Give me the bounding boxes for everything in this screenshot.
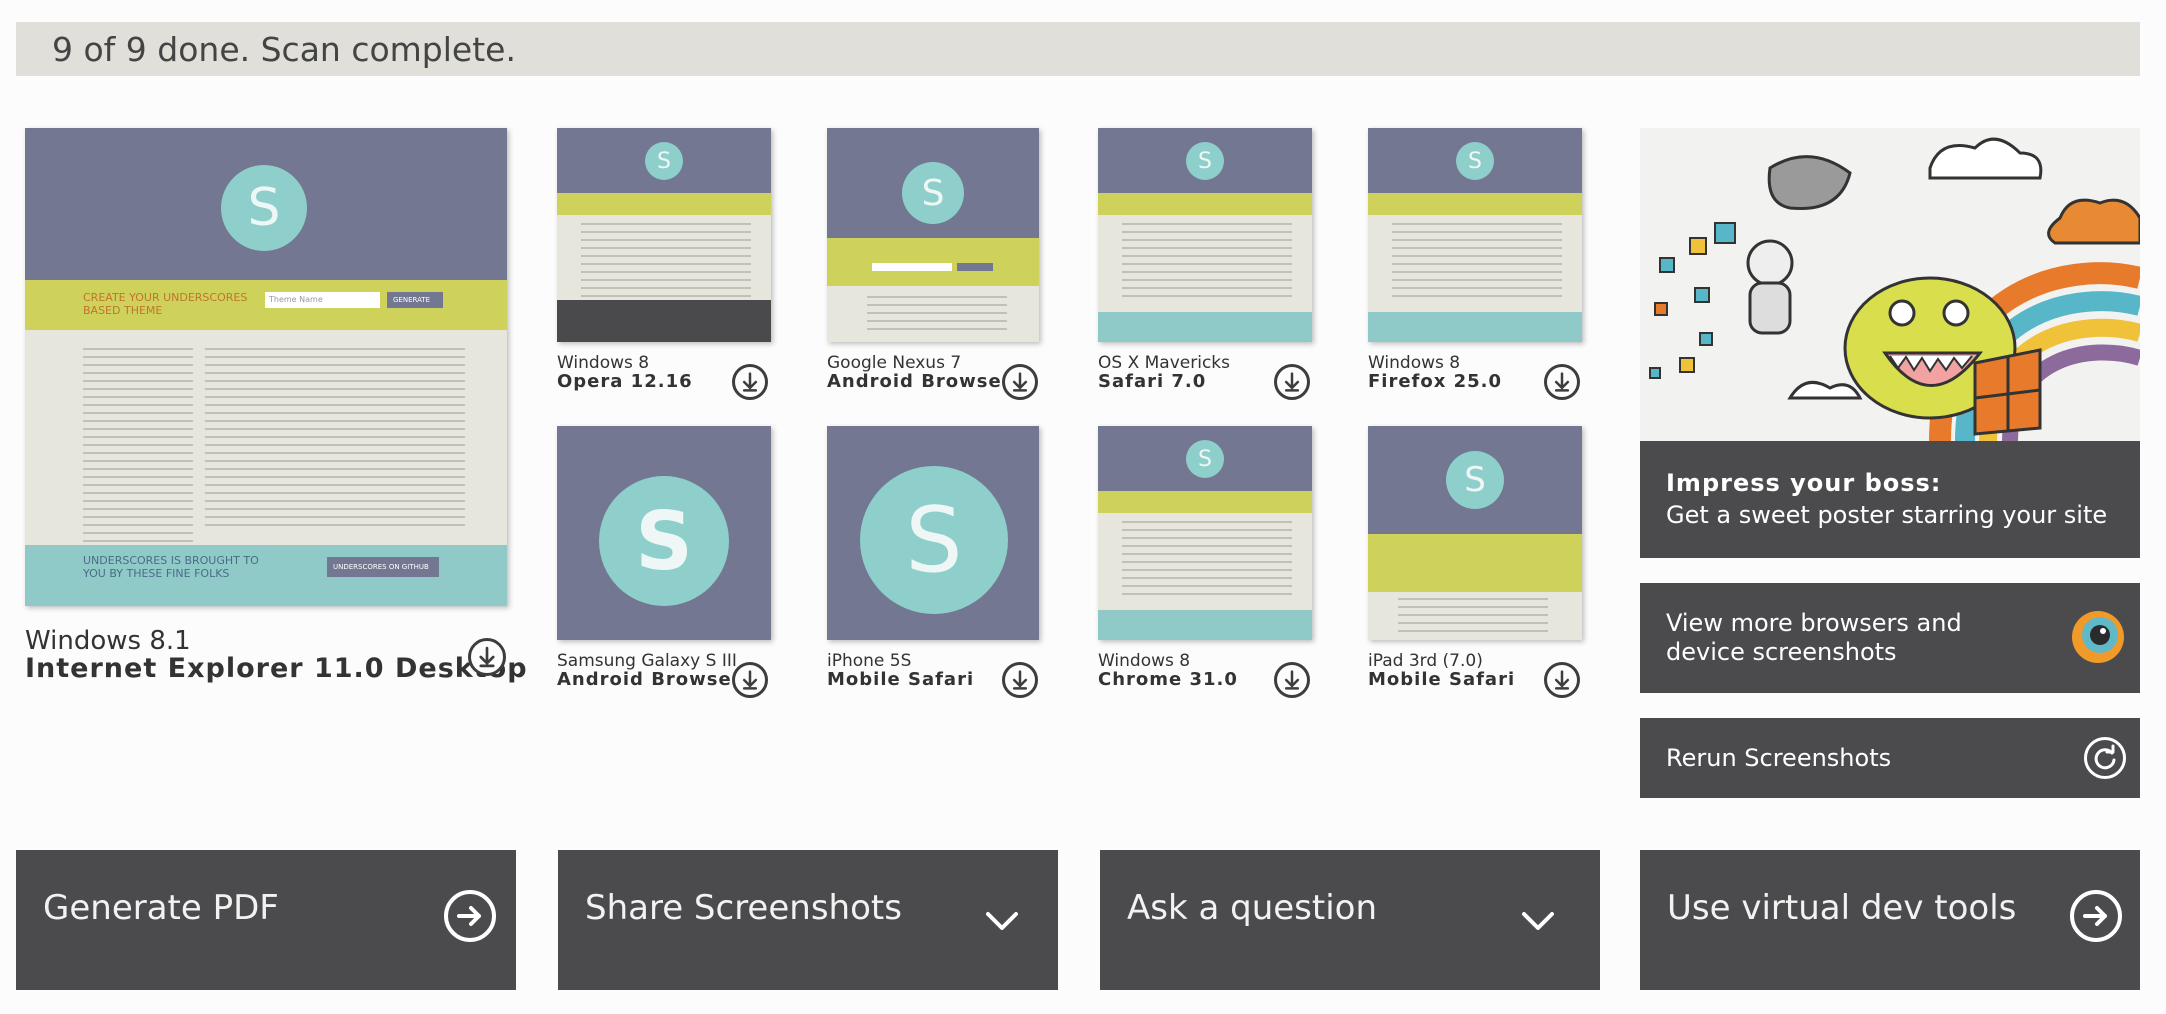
mock-headline: CREATE YOUR UNDERSCORES BASED THEME: [83, 291, 248, 318]
download-icon[interactable]: [468, 638, 506, 676]
eye-icon: [2070, 609, 2126, 665]
underscores-logo: S: [860, 466, 1008, 614]
screenshot-thumbnail-opera[interactable]: S: [557, 128, 771, 342]
underscores-logo: S: [221, 165, 307, 251]
screenshot-caption: Samsung Galaxy S III Android Browser: [557, 652, 742, 690]
caption-os: Windows 8.1: [25, 626, 191, 656]
download-icon[interactable]: [1544, 662, 1580, 698]
underscores-logo: S: [599, 476, 729, 606]
screenshot-thumbnail-chrome[interactable]: S: [1098, 426, 1312, 640]
screenshot-thumbnail-firefox[interactable]: S: [1368, 128, 1582, 342]
caption-browser: Chrome 31.0: [1098, 668, 1238, 690]
screenshot-caption: Windows 8 Opera 12.16: [557, 354, 693, 392]
mock-generate-button: GENERATE: [387, 292, 443, 308]
ask-question-button[interactable]: Ask a question: [1100, 850, 1600, 990]
virtual-dev-tools-label: Use virtual dev tools: [1667, 888, 2017, 928]
download-icon[interactable]: [1544, 364, 1580, 400]
screenshot-thumbnail-ipad[interactable]: S: [1368, 426, 1582, 640]
mock-footer-headline: UNDERSCORES IS BROUGHT TO YOU BY THESE F…: [83, 554, 259, 581]
scan-status-bar: 9 of 9 done. Scan complete.: [16, 22, 2140, 76]
caption-browser: Android Browser: [557, 668, 742, 690]
arrow-right-icon: [444, 890, 496, 942]
chevron-down-icon: [1516, 898, 1560, 942]
caption-browser: Opera 12.16: [557, 370, 693, 392]
caption-browser: Android Browser: [827, 370, 1012, 392]
generate-pdf-label: Generate PDF: [43, 888, 279, 928]
view-more-browsers-button[interactable]: View more browsers and device screenshot…: [1640, 583, 2140, 693]
screenshot-thumbnail-iphone[interactable]: S: [827, 426, 1039, 640]
poster-illustration: [1640, 128, 2140, 442]
caption-browser: Mobile Safari: [1368, 668, 1516, 690]
underscores-logo: S: [902, 162, 964, 224]
screenshot-thumbnail-ie11[interactable]: S CREATE YOUR UNDERSCORES BASED THEME Th…: [25, 128, 507, 606]
download-icon[interactable]: [732, 364, 768, 400]
mock-theme-input: Theme Name: [265, 292, 380, 308]
download-icon[interactable]: [1274, 662, 1310, 698]
refresh-icon: [2084, 737, 2126, 779]
scan-status-text: 9 of 9 done. Scan complete.: [52, 30, 516, 69]
ask-question-label: Ask a question: [1127, 888, 1378, 928]
chevron-down-icon: [980, 898, 1024, 942]
download-icon[interactable]: [732, 662, 768, 698]
promo-subtitle: Get a sweet poster starring your site: [1666, 501, 2108, 529]
promo-title: Impress your boss:: [1666, 469, 1942, 497]
poster-promo-card[interactable]: Impress your boss: Get a sweet poster st…: [1640, 128, 2140, 558]
screenshot-caption: OS X Mavericks Safari 7.0: [1098, 354, 1230, 392]
underscores-logo: S: [1186, 142, 1224, 180]
caption-browser: Firefox 25.0: [1368, 370, 1503, 392]
share-screenshots-button[interactable]: Share Screenshots: [558, 850, 1058, 990]
mock-footer-button: UNDERSCORES ON GITHUB: [327, 557, 439, 577]
virtual-dev-tools-button[interactable]: Use virtual dev tools: [1640, 850, 2140, 990]
arrow-right-icon: [2070, 890, 2122, 942]
screenshot-thumbnail-nexus7[interactable]: S: [827, 128, 1039, 342]
download-icon[interactable]: [1274, 364, 1310, 400]
screenshot-thumbnail-galaxy[interactable]: S: [557, 426, 771, 640]
generate-pdf-button[interactable]: Generate PDF: [16, 850, 516, 990]
view-more-browsers-label: View more browsers and device screenshot…: [1666, 609, 1962, 666]
share-screenshots-label: Share Screenshots: [585, 888, 902, 928]
rerun-screenshots-button[interactable]: Rerun Screenshots: [1640, 718, 2140, 798]
screenshot-caption: Windows 8 Firefox 25.0: [1368, 354, 1503, 392]
caption-browser: Internet Explorer 11.0 Desktop: [25, 653, 528, 685]
screenshot-caption: Windows 8.1 Internet Explorer 11.0 Deskt…: [25, 626, 528, 685]
screenshot-caption: iPad 3rd (7.0) Mobile Safari: [1368, 652, 1516, 690]
download-icon[interactable]: [1002, 364, 1038, 400]
caption-browser: Safari 7.0: [1098, 370, 1207, 392]
screenshot-caption: Google Nexus 7 Android Browser: [827, 354, 1012, 392]
screenshot-caption: Windows 8 Chrome 31.0: [1098, 652, 1238, 690]
screenshot-thumbnail-safari[interactable]: S: [1098, 128, 1312, 342]
poster-promo-text[interactable]: Impress your boss: Get a sweet poster st…: [1640, 441, 2140, 558]
rerun-label: Rerun Screenshots: [1666, 744, 1892, 772]
underscores-logo: S: [1456, 142, 1494, 180]
underscores-logo: S: [1186, 440, 1224, 478]
underscores-logo: S: [1446, 451, 1504, 509]
underscores-logo: S: [645, 142, 683, 180]
screenshot-caption: iPhone 5S Mobile Safari: [827, 652, 975, 690]
caption-browser: Mobile Safari: [827, 668, 975, 690]
download-icon[interactable]: [1002, 662, 1038, 698]
